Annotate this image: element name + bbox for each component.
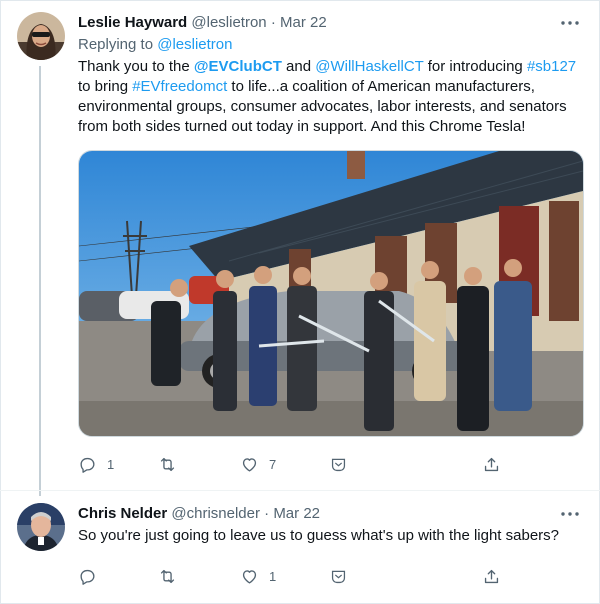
share-upload-icon — [484, 569, 499, 583]
mention-willhaskellct[interactable]: @WillHaskellCT — [315, 58, 423, 75]
separator-dot: · — [264, 505, 270, 522]
share-button[interactable] — [482, 452, 501, 476]
author-handle[interactable]: @chrisnelder — [171, 505, 260, 522]
share-button[interactable] — [482, 564, 501, 588]
reply-button[interactable] — [78, 564, 107, 588]
like-button[interactable]: 7 — [240, 452, 276, 476]
tweet-chris-nelder[interactable]: Chris Nelder @chrisnelder · Mar 22 So yo… — [0, 491, 600, 604]
share-dm-icon — [331, 570, 346, 583]
replying-to-label: Replying to — [78, 36, 158, 53]
tweet-actions: 1 — [78, 564, 508, 588]
more-options-button[interactable] — [556, 504, 584, 524]
tweet-photo[interactable] — [78, 150, 584, 437]
reply-icon — [80, 457, 95, 473]
hashtag-sb127[interactable]: #sb127 — [527, 58, 576, 75]
tweet-date[interactable]: Mar 22 — [273, 505, 320, 522]
heart-icon — [242, 569, 257, 584]
more-horizontal-icon — [561, 512, 579, 516]
reply-button[interactable]: 1 — [78, 452, 114, 476]
share-upload-icon — [484, 457, 499, 471]
like-count: 7 — [269, 456, 277, 472]
author-name[interactable]: Leslie Hayward — [78, 14, 187, 31]
more-horizontal-icon — [561, 21, 579, 25]
tweet-leslie-hayward[interactable]: Leslie Hayward @leslietron · Mar 22 Repl… — [0, 0, 600, 496]
tweet-date[interactable]: Mar 22 — [280, 14, 327, 31]
share-dm-button[interactable] — [329, 564, 348, 588]
like-count: 1 — [269, 568, 277, 584]
thread-connector-line — [39, 66, 41, 496]
author-handle[interactable]: @leslietron — [191, 14, 266, 31]
avatar-chris-nelder[interactable] — [17, 503, 65, 551]
tweet-actions: 1 7 — [78, 452, 508, 476]
text-segment: and — [281, 58, 316, 75]
share-dm-icon — [331, 458, 346, 471]
text-segment: to bring — [78, 78, 133, 95]
author-name[interactable]: Chris Nelder — [78, 505, 167, 522]
retweet-button[interactable] — [158, 564, 187, 588]
retweet-icon — [160, 569, 175, 583]
reply-count: 1 — [107, 456, 115, 472]
tweet-header: Leslie Hayward @leslietron · Mar 22 — [78, 13, 584, 33]
replying-to-line: Replying to @leslietron — [78, 35, 584, 55]
separator-dot: · — [270, 14, 276, 31]
retweet-button[interactable] — [158, 452, 187, 476]
tweet-header: Chris Nelder @chrisnelder · Mar 22 — [78, 504, 584, 524]
replying-to-link[interactable]: @leslietron — [157, 36, 232, 53]
text-segment: for introducing — [423, 58, 527, 75]
mention-evclubct[interactable]: @EVClubCT — [194, 58, 282, 75]
more-options-button[interactable] — [556, 13, 584, 33]
tweet-text: So you're just going to leave us to gues… — [78, 527, 560, 544]
retweet-icon — [160, 457, 175, 471]
reply-icon — [80, 569, 95, 585]
heart-icon — [242, 457, 257, 472]
like-button[interactable]: 1 — [240, 564, 276, 588]
text-segment: Thank you to the — [78, 58, 194, 75]
avatar-leslie-hayward[interactable] — [17, 12, 65, 60]
tweet-text: Thank you to the @EVClubCT and @WillHask… — [78, 57, 584, 137]
share-dm-button[interactable] — [329, 452, 348, 476]
photo-illustration — [79, 151, 583, 436]
hashtag-evfreedomct[interactable]: #EVfreedomct — [132, 78, 227, 95]
